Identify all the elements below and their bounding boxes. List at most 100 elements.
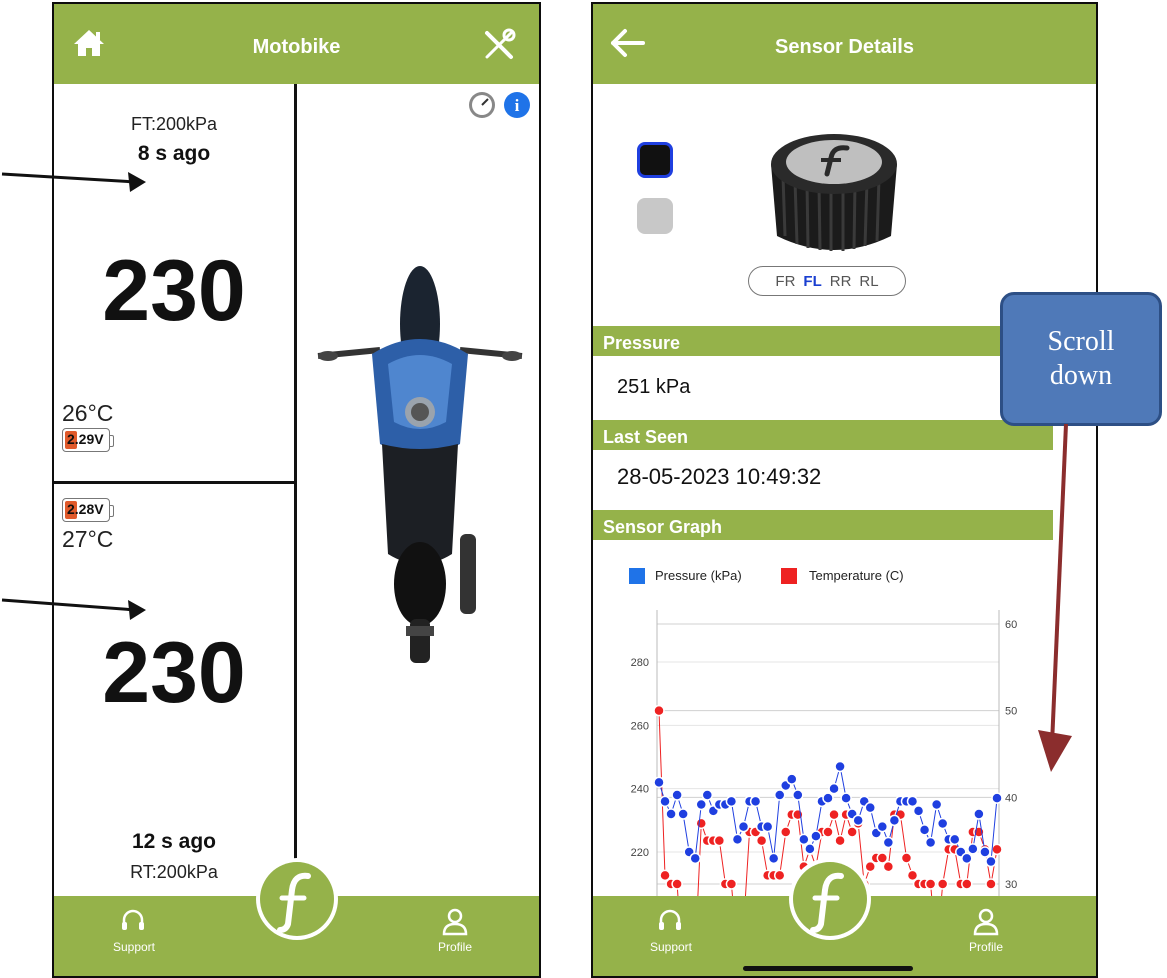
y-right-tick-label: 60 (1005, 619, 1017, 631)
scroll-down-callout: Scroll down (1000, 292, 1162, 426)
front-battery-icon: 2.29V (62, 428, 114, 452)
profile-tab-label[interactable]: Profile (415, 940, 495, 954)
color-swatch-gray[interactable] (637, 198, 673, 234)
pressure-point (828, 782, 840, 795)
profile-tab-label[interactable]: Profile (946, 940, 1026, 954)
temperature-point (985, 878, 997, 890)
pressure-point (804, 843, 816, 855)
home-icon[interactable] (72, 28, 106, 58)
motobike-screen: Motobike FT:200kPa 8 s ago 230 26°C 2.29… (52, 2, 541, 978)
pressure-point (949, 833, 961, 846)
pressure-point (731, 833, 744, 846)
gauge-icon[interactable] (467, 90, 497, 120)
header-bar: Sensor Details (593, 4, 1096, 84)
temperature-point (822, 826, 834, 838)
pressure-point (761, 820, 774, 833)
legend-swatch-pressure (629, 568, 645, 584)
rear-pressure-value[interactable]: 230 (54, 624, 294, 723)
pressure-point (888, 814, 901, 827)
brand-logo-button[interactable] (787, 856, 873, 942)
temperature-point (828, 808, 840, 821)
front-pressure-value[interactable]: 230 (54, 242, 294, 341)
tab-fl[interactable]: FL (803, 273, 821, 290)
y-left-tick-label: 220 (631, 847, 649, 859)
color-swatch-black[interactable] (637, 142, 673, 178)
pressure-point (930, 798, 943, 811)
y-left-tick-label: 260 (631, 720, 649, 732)
last-seen-value: 28-05-2023 10:49:32 (617, 464, 822, 489)
profile-icon[interactable] (971, 906, 1001, 936)
last-seen-section-header: Last Seen (593, 420, 1053, 450)
support-tab-label[interactable]: Support (631, 940, 711, 954)
pressure-point (906, 795, 919, 808)
pressure-point (852, 814, 864, 827)
pressure-point (876, 820, 889, 833)
temperature-point (695, 817, 707, 830)
y-left-tick-label: 240 (631, 784, 649, 796)
temperature-point (755, 834, 768, 847)
rear-last-seen: 12 s ago (131, 830, 217, 853)
home-indicator (743, 966, 913, 971)
pressure-point (810, 830, 822, 842)
pressure-point (936, 817, 949, 830)
temperature-point (713, 834, 726, 847)
tab-rr[interactable]: RR (830, 273, 852, 290)
pressure-point (864, 801, 876, 814)
support-tab-label[interactable]: Support (94, 940, 174, 954)
pressure-value: 251 kPa (617, 376, 691, 398)
pressure-point (924, 836, 937, 849)
pressure-point (653, 776, 665, 789)
temperature-point (991, 843, 1003, 856)
headset-icon[interactable] (655, 906, 685, 936)
pressure-point (961, 852, 973, 865)
pressure-point (967, 843, 979, 855)
brand-logo-button[interactable] (254, 856, 340, 942)
back-arrow-icon[interactable] (609, 28, 645, 58)
tools-icon[interactable] (482, 28, 516, 62)
sensor-graph-section-header: Sensor Graph (593, 510, 1053, 540)
pressure-point (671, 789, 683, 801)
pressure-point (991, 792, 1003, 804)
page-title: Motobike (252, 36, 341, 58)
tab-rl[interactable]: RL (859, 273, 878, 290)
temperature-point (780, 826, 792, 838)
pressure-point (665, 808, 677, 820)
arrow-front-pointer (1, 172, 146, 192)
info-icon[interactable]: i (502, 90, 532, 120)
pressure-point (979, 846, 991, 858)
pressure-point (822, 792, 834, 804)
pressure-point (882, 836, 895, 849)
legend-swatch-temperature (781, 568, 797, 584)
header-bar: Motobike (54, 4, 539, 84)
rear-battery-voltage: 2.28V (67, 501, 104, 517)
temperature-point (725, 878, 738, 890)
pressure-point (767, 852, 780, 865)
temperature-point (961, 878, 973, 890)
motorcycle-image (317, 266, 523, 663)
pressure-point (677, 808, 689, 820)
temperature-point (773, 869, 786, 882)
divider-horizontal (54, 481, 296, 484)
y-right-tick-label: 40 (1005, 792, 1017, 804)
pressure-point (840, 792, 852, 804)
rear-temperature: 27°C (62, 526, 114, 552)
pressure-point (834, 760, 846, 773)
pressure-point (749, 795, 762, 808)
pressure-point (701, 789, 714, 801)
tab-fr[interactable]: FR (775, 273, 795, 290)
temperature-point (900, 852, 913, 864)
temperature-point (671, 878, 683, 890)
temperature-point (876, 852, 889, 864)
y-right-tick-label: 50 (1005, 706, 1017, 718)
divider-vertical (294, 84, 297, 904)
temperature-point (882, 860, 895, 873)
temperature-point (653, 704, 665, 717)
pressure-point (737, 820, 750, 833)
y-right-tick-label: 30 (1005, 879, 1017, 891)
profile-icon[interactable] (440, 906, 470, 936)
sensor-graph[interactable]: 30 40 50 60 220 240 260 280 (593, 600, 1096, 900)
rear-battery-icon: 2.28V (62, 498, 114, 522)
headset-icon[interactable] (118, 906, 148, 936)
front-temperature: 26°C (62, 400, 114, 426)
pressure-point (985, 855, 997, 868)
